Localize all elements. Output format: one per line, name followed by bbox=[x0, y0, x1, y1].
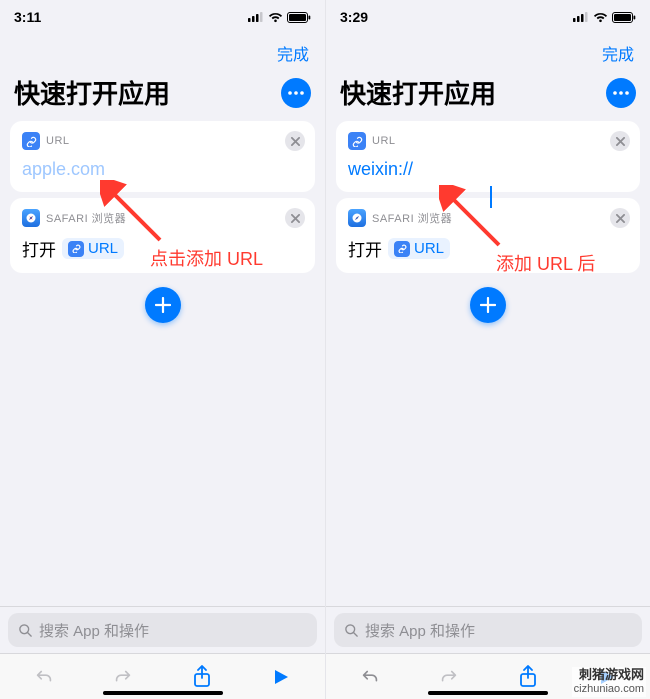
card-label: URL bbox=[372, 135, 396, 147]
cellular-icon bbox=[573, 12, 589, 22]
url-action-card[interactable]: URL apple.com bbox=[10, 121, 315, 192]
delete-action-button[interactable] bbox=[285, 131, 305, 151]
safari-icon bbox=[22, 209, 40, 227]
undo-button[interactable] bbox=[352, 659, 388, 695]
search-input[interactable]: 搜索 App 和操作 bbox=[334, 613, 642, 647]
search-bar-container: 搜索 App 和操作 bbox=[0, 606, 325, 653]
home-indicator bbox=[428, 691, 548, 695]
status-indicators bbox=[573, 12, 636, 23]
done-button[interactable]: 完成 bbox=[277, 41, 309, 65]
delete-action-button[interactable] bbox=[285, 208, 305, 228]
search-placeholder: 搜索 App 和操作 bbox=[365, 620, 475, 641]
search-bar-container: 搜索 App 和操作 bbox=[326, 606, 650, 653]
more-button[interactable] bbox=[606, 78, 636, 108]
more-button[interactable] bbox=[281, 78, 311, 108]
delete-action-button[interactable] bbox=[610, 131, 630, 151]
status-bar: 3:11 bbox=[0, 0, 325, 34]
screenshot-left: 3:11 完成 快速打开应用 bbox=[0, 0, 325, 699]
text-cursor bbox=[490, 186, 492, 208]
safari-action-card[interactable]: SAFARI 浏览器 打开 URL bbox=[336, 198, 640, 273]
wifi-icon bbox=[268, 12, 283, 23]
redo-button[interactable] bbox=[431, 659, 467, 695]
battery-icon bbox=[612, 12, 636, 23]
wifi-icon bbox=[593, 12, 608, 23]
chip-text: URL bbox=[414, 240, 444, 257]
nav-bar: 完成 bbox=[0, 34, 325, 72]
title-row: 快速打开应用 bbox=[326, 72, 650, 121]
url-action-card[interactable]: URL weixin:// bbox=[336, 121, 640, 192]
nav-bar: 完成 bbox=[326, 34, 650, 72]
redo-button[interactable] bbox=[105, 659, 141, 695]
screenshot-right: 3:29 完成 快速打开应用 bbox=[325, 0, 650, 699]
link-icon bbox=[348, 132, 366, 150]
share-button[interactable] bbox=[184, 659, 220, 695]
status-indicators bbox=[248, 12, 311, 23]
page-title: 快速打开应用 bbox=[14, 74, 170, 111]
url-variable-chip[interactable]: URL bbox=[62, 238, 124, 259]
safari-icon bbox=[348, 209, 366, 227]
page-title: 快速打开应用 bbox=[340, 74, 496, 111]
status-bar: 3:29 bbox=[326, 0, 650, 34]
card-label: SAFARI 浏览器 bbox=[46, 210, 126, 226]
run-button[interactable] bbox=[263, 659, 299, 695]
status-time: 3:11 bbox=[14, 9, 41, 25]
open-label: 打开 bbox=[348, 236, 382, 261]
watermark-en: cizhuniao.com bbox=[574, 683, 644, 696]
watermark-cn: 刺猪游戏网 bbox=[574, 668, 644, 683]
watermark: 刺猪游戏网 cizhuniao.com bbox=[572, 667, 646, 697]
title-row: 快速打开应用 bbox=[0, 72, 325, 121]
delete-action-button[interactable] bbox=[610, 208, 630, 228]
open-label: 打开 bbox=[22, 236, 56, 261]
url-input[interactable]: apple.com bbox=[22, 159, 105, 180]
safari-action-card[interactable]: SAFARI 浏览器 打开 URL bbox=[10, 198, 315, 273]
status-time: 3:29 bbox=[340, 9, 368, 25]
add-action-button[interactable] bbox=[145, 287, 181, 323]
search-placeholder: 搜索 App 和操作 bbox=[39, 620, 149, 641]
search-icon bbox=[18, 623, 33, 638]
card-label: SAFARI 浏览器 bbox=[372, 210, 452, 226]
link-icon bbox=[22, 132, 40, 150]
card-label: URL bbox=[46, 135, 70, 147]
share-button[interactable] bbox=[510, 659, 546, 695]
home-indicator bbox=[103, 691, 223, 695]
cellular-icon bbox=[248, 12, 264, 22]
url-variable-chip[interactable]: URL bbox=[388, 238, 450, 259]
link-icon bbox=[394, 241, 410, 257]
chip-text: URL bbox=[88, 240, 118, 257]
battery-icon bbox=[287, 12, 311, 23]
search-icon bbox=[344, 623, 359, 638]
undo-button[interactable] bbox=[26, 659, 62, 695]
search-input[interactable]: 搜索 App 和操作 bbox=[8, 613, 317, 647]
link-icon bbox=[68, 241, 84, 257]
add-action-button[interactable] bbox=[470, 287, 506, 323]
url-input[interactable]: weixin:// bbox=[348, 159, 413, 180]
done-button[interactable]: 完成 bbox=[602, 41, 634, 65]
